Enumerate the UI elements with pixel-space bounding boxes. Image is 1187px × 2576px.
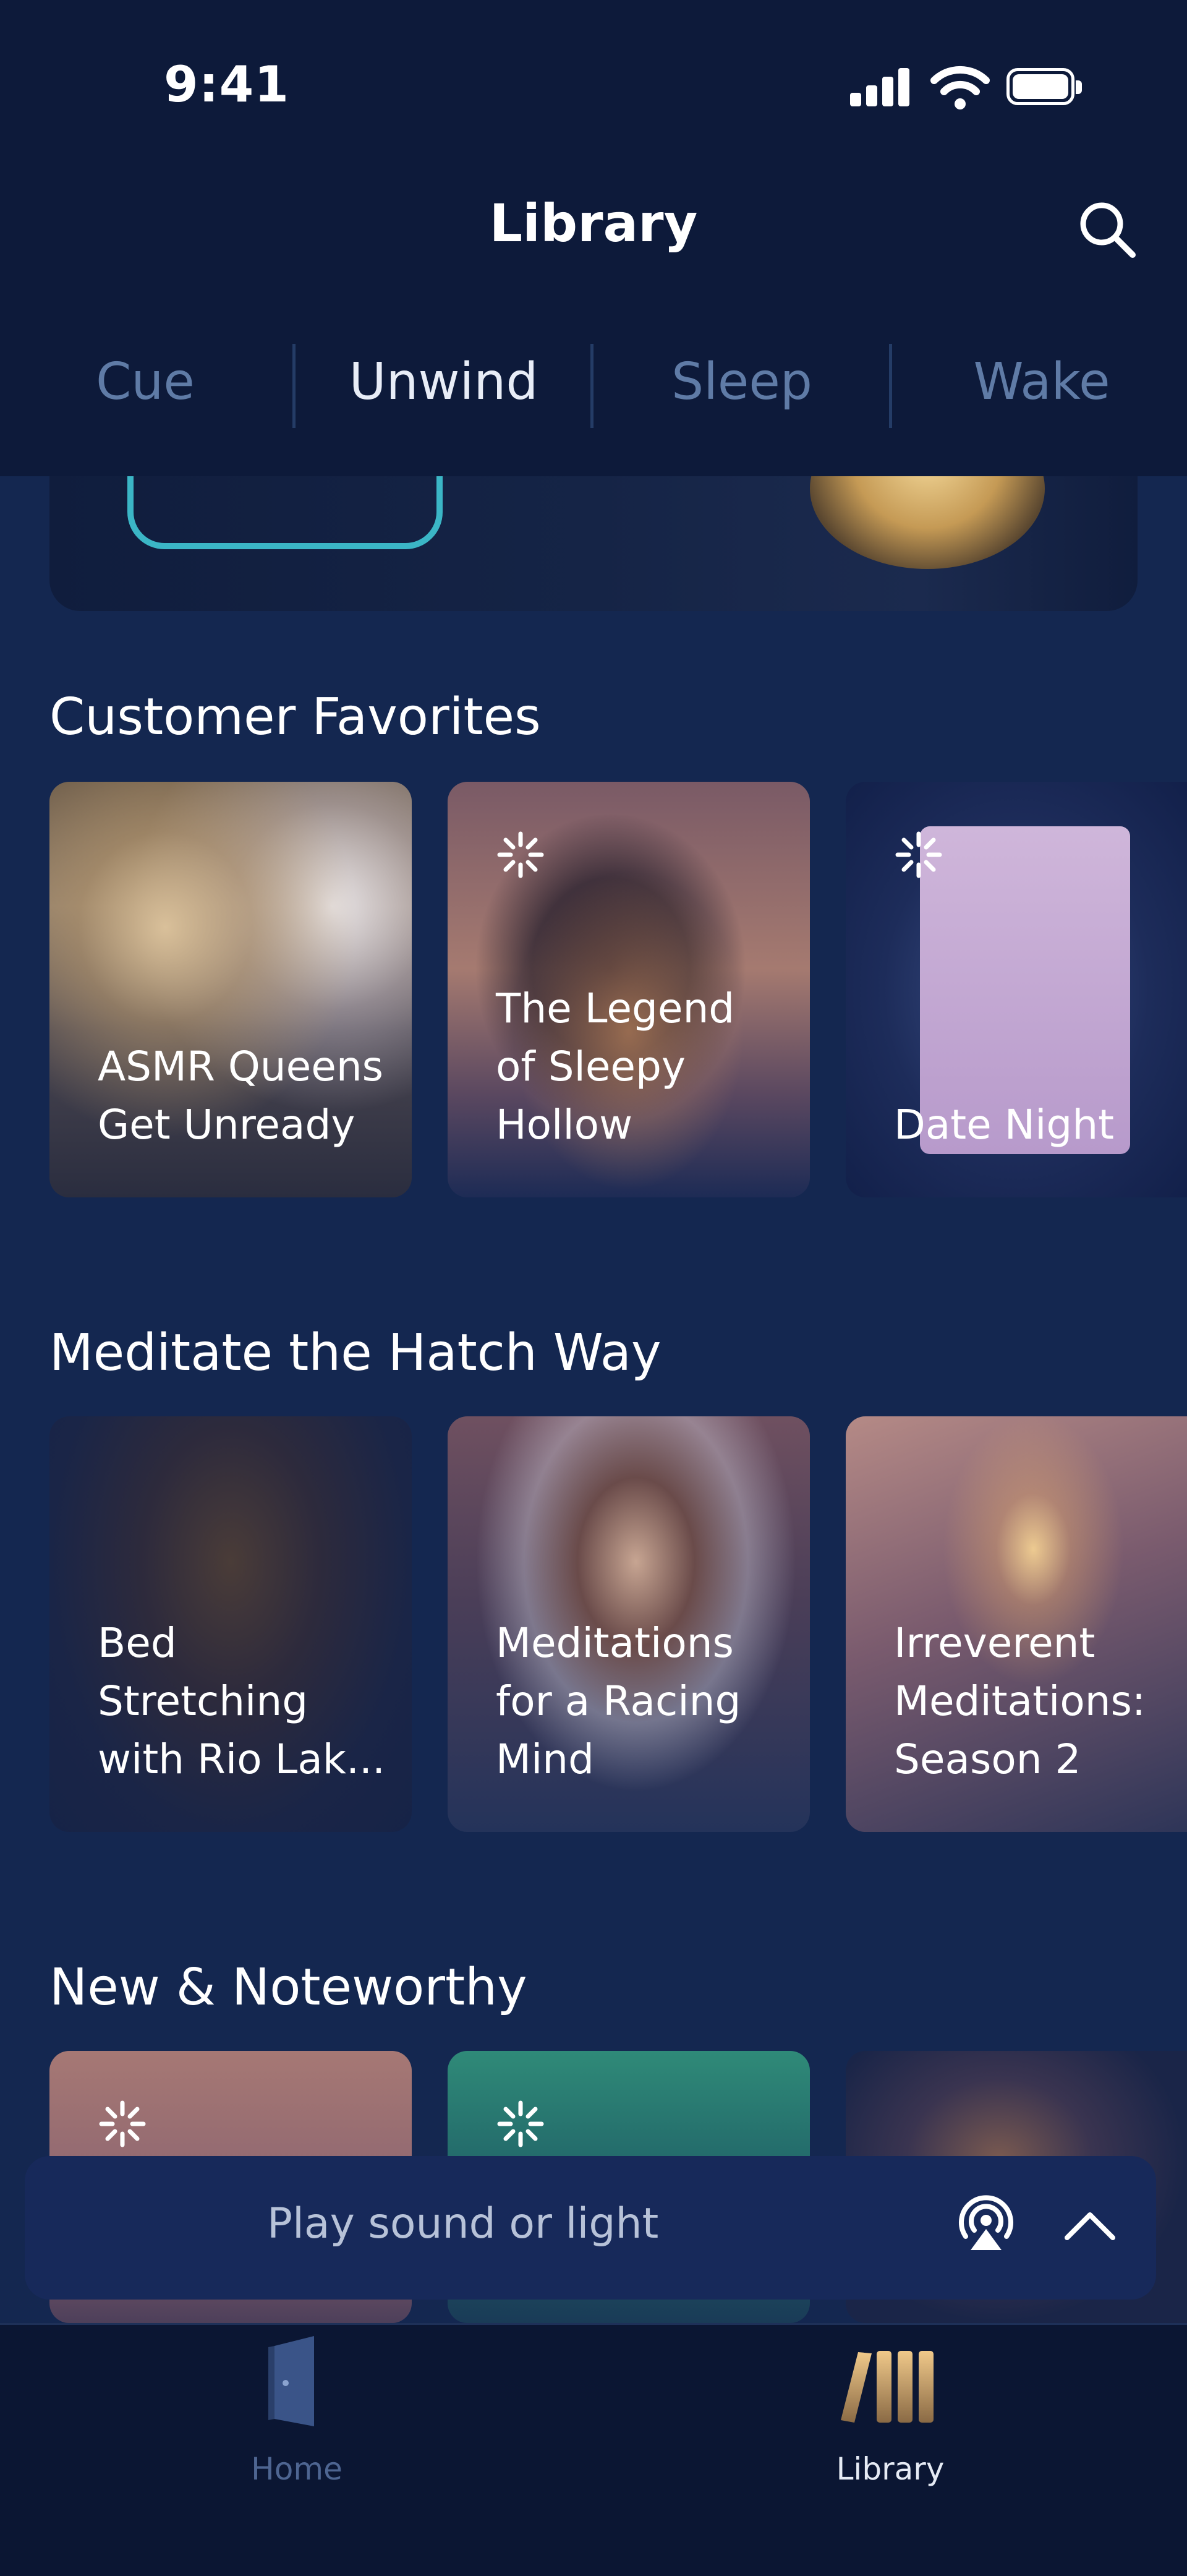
tab-wake[interactable]: Wake [946,353,1138,421]
nav-label-home: Home [251,2451,342,2487]
card-title: Meditations for a Racing Mind [496,1619,741,1783]
nav-label-library: Library [836,2451,945,2487]
wifi-icon [930,66,990,109]
card-title: Irreverent Meditations: Season 2 [894,1619,1146,1783]
library-books-icon [841,2351,934,2423]
card-title: Bed Stretching with Rio Lak... [98,1619,385,1783]
tab-cue[interactable]: Cue [49,353,241,421]
tab-sleep[interactable]: Sleep [646,353,838,421]
content-card[interactable]: ASMR Queens Get Unready [49,782,412,1197]
card-title: The Legend of Sleepy Hollow [496,985,735,1149]
player-placeholder: Play sound or light [267,2199,659,2248]
nav-item-library[interactable]: Library [705,2325,1076,2510]
airplay-icon[interactable] [952,2188,1020,2256]
cellular-signal-icon [850,67,912,106]
loading-spinner-icon [497,2100,544,2147]
nav-item-home[interactable]: Home [111,2325,482,2510]
section-title-new-and-noteworthy: New & Noteworthy [49,1958,527,2017]
loading-spinner-icon [99,2100,146,2147]
search-icon[interactable] [1076,198,1138,260]
card-title: ASMR Queens Get Unready [98,1043,384,1149]
tab-unwind[interactable]: Unwind [337,353,550,421]
content-card[interactable]: Meditations for a Racing Mind [448,1416,810,1832]
chevron-up-icon[interactable] [1056,2192,1124,2260]
status-time: 9:41 [164,56,289,113]
mini-player[interactable]: Play sound or light [25,2156,1156,2300]
card-title: Date Night [894,1101,1115,1149]
tab-divider [292,344,296,428]
section-title-customer-favorites: Customer Favorites [49,688,541,747]
door-icon [268,2336,314,2426]
tab-divider [590,344,594,428]
bottom-navigation: Home Library [0,2323,1187,2576]
section-title-meditate-the-hatch-way: Meditate the Hatch Way [49,1324,662,1382]
content-card[interactable]: Irreverent Meditations: Season 2 [846,1416,1187,1832]
featured-play-button[interactable] [127,475,443,549]
battery-icon [1006,68,1083,106]
content-card[interactable]: The Legend of Sleepy Hollow [448,782,810,1197]
content-card[interactable]: Bed Stretching with Rio Lak... [49,1416,412,1832]
content-card[interactable]: Date Night [846,782,1187,1197]
loading-spinner-icon [497,831,544,878]
app-header: 9:41 Library Cue Unwind Sleep Wake [0,0,1187,476]
tab-divider [889,344,892,428]
loading-spinner-icon [895,831,942,878]
page-title: Library [489,193,698,254]
